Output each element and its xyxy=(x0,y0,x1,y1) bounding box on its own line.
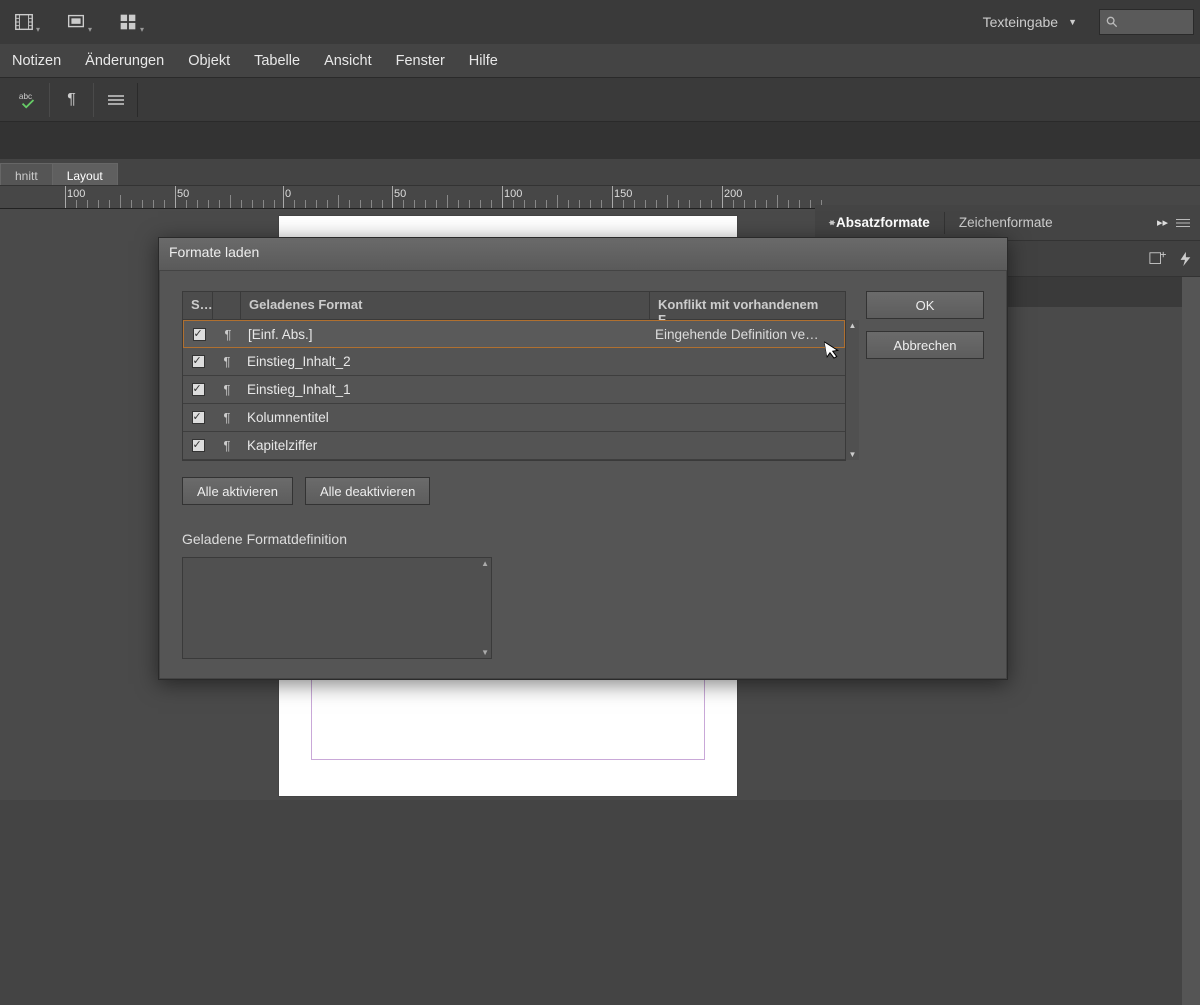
col-conflict[interactable]: Konflikt mit vorhandenem F… xyxy=(650,292,845,319)
new-style-icon[interactable] xyxy=(1148,251,1166,267)
document-tabs: hnitt Layout xyxy=(0,159,1200,185)
view-options-button[interactable]: ▾ xyxy=(6,6,42,38)
ruler-label: 50 xyxy=(394,188,406,200)
flash-icon[interactable] xyxy=(1178,251,1192,267)
activate-all-button[interactable]: Alle aktivieren xyxy=(182,477,293,505)
grid-icon xyxy=(117,11,139,33)
cancel-button[interactable]: Abbrechen xyxy=(866,331,984,359)
table-scrollbar[interactable]: ▲▼ xyxy=(846,320,859,460)
table-row[interactable]: ¶Kapitelziffer xyxy=(183,432,845,460)
checkbox[interactable] xyxy=(193,328,206,341)
pilcrow-icon: ¶ xyxy=(213,354,241,369)
pilcrow-button[interactable]: ¶ xyxy=(50,83,94,117)
menu-objekt[interactable]: Objekt xyxy=(176,44,242,77)
film-icon xyxy=(13,11,35,33)
search-input[interactable] xyxy=(1099,9,1194,35)
checkbox[interactable] xyxy=(192,355,205,368)
ruler-label: 100 xyxy=(67,188,85,200)
doc-tab-layout[interactable]: Layout xyxy=(52,163,118,185)
menu-ansicht[interactable]: Ansicht xyxy=(312,44,384,77)
ruler-label: 100 xyxy=(504,188,522,200)
hamburger-icon[interactable] xyxy=(1176,217,1190,229)
table-row[interactable]: ¶Einstieg_Inhalt_2 xyxy=(183,348,845,376)
table-row[interactable]: ¶[Einf. Abs.]Eingehende Definition ve… xyxy=(183,320,845,348)
menu-aenderungen[interactable]: Änderungen xyxy=(73,44,176,77)
collapse-icon[interactable]: ▸▸ xyxy=(1157,216,1168,229)
menu-tabelle[interactable]: Tabelle xyxy=(242,44,312,77)
chevron-down-icon: ▼ xyxy=(1068,17,1077,27)
ok-button[interactable]: OK xyxy=(866,291,984,319)
control-panel: abc ¶ xyxy=(0,78,1200,122)
style-name: Kolumnentitel xyxy=(241,410,650,425)
pilcrow-icon: ¶ xyxy=(213,410,241,425)
ruler-label: 200 xyxy=(724,188,742,200)
workspace-dropdown[interactable]: Texteingabe ▼ xyxy=(975,10,1085,34)
style-name: Einstieg_Inhalt_1 xyxy=(241,382,650,397)
pilcrow-icon: ¶ xyxy=(213,438,241,453)
tab-absatzformate[interactable]: Absatzformate xyxy=(815,205,944,240)
menu-hilfe[interactable]: Hilfe xyxy=(457,44,510,77)
col-type[interactable] xyxy=(213,292,241,319)
menu-notizen[interactable]: Notizen xyxy=(0,44,73,77)
ruler-label: 0 xyxy=(285,188,291,200)
definition-box: ▲ ▼ xyxy=(182,557,492,659)
table-row[interactable]: ¶Einstieg_Inhalt_1 xyxy=(183,376,845,404)
svg-text:abc: abc xyxy=(18,92,31,101)
arrange-button[interactable]: ▾ xyxy=(110,6,146,38)
checkbox[interactable] xyxy=(192,411,205,424)
workspace-label: Texteingabe xyxy=(983,14,1059,30)
style-name: Einstieg_Inhalt_2 xyxy=(241,354,650,369)
menu-fenster[interactable]: Fenster xyxy=(384,44,457,77)
screen-icon xyxy=(65,11,87,33)
scroll-up-icon[interactable]: ▲ xyxy=(481,559,489,568)
chevron-down-icon: ▾ xyxy=(88,25,92,34)
style-name: Kapitelziffer xyxy=(241,438,650,453)
dialog-title: Formate laden xyxy=(159,238,1007,270)
definition-label: Geladene Formatdefinition xyxy=(182,531,846,547)
load-styles-dialog: Formate laden S… Geladenes Format Konfli… xyxy=(158,237,1008,680)
style-name: [Einf. Abs.] xyxy=(242,327,649,342)
menu-bar: Notizen Änderungen Objekt Tabelle Ansich… xyxy=(0,44,1200,78)
col-check[interactable]: S… xyxy=(183,292,213,319)
pilcrow-icon: ¶ xyxy=(67,91,76,109)
conflict-cell: Eingehende Definition ve… xyxy=(649,327,844,342)
panel-menu-button[interactable] xyxy=(94,83,138,117)
table-row[interactable]: ¶Kolumnentitel xyxy=(183,404,845,432)
ruler-label: 150 xyxy=(614,188,632,200)
abc-check-icon: abc xyxy=(17,90,39,110)
pilcrow-icon: ¶ xyxy=(214,327,242,342)
toolbar-gap xyxy=(0,122,1200,159)
pilcrow-icon: ¶ xyxy=(213,382,241,397)
chevron-down-icon: ▾ xyxy=(36,25,40,34)
checkbox[interactable] xyxy=(192,439,205,452)
deactivate-all-button[interactable]: Alle deaktivieren xyxy=(305,477,430,505)
hamburger-icon xyxy=(108,94,124,106)
scroll-down-icon[interactable]: ▼ xyxy=(481,648,489,657)
tab-zeichenformate[interactable]: Zeichenformate xyxy=(945,205,1067,240)
panel-scrollbar[interactable] xyxy=(1182,277,1200,1005)
checkbox[interactable] xyxy=(192,383,205,396)
search-icon xyxy=(1104,14,1120,30)
screen-mode-button[interactable]: ▾ xyxy=(58,6,94,38)
ruler-label: 50 xyxy=(177,188,189,200)
styles-table: S… Geladenes Format Konflikt mit vorhand… xyxy=(182,291,846,461)
col-name[interactable]: Geladenes Format xyxy=(241,292,650,319)
chevron-down-icon: ▾ xyxy=(140,25,144,34)
app-toolbar: ▾ ▾ ▾ Texteingabe ▼ xyxy=(0,0,1200,44)
doc-tab-schnitt[interactable]: hnitt xyxy=(0,163,53,185)
spellcheck-button[interactable]: abc xyxy=(6,83,50,117)
